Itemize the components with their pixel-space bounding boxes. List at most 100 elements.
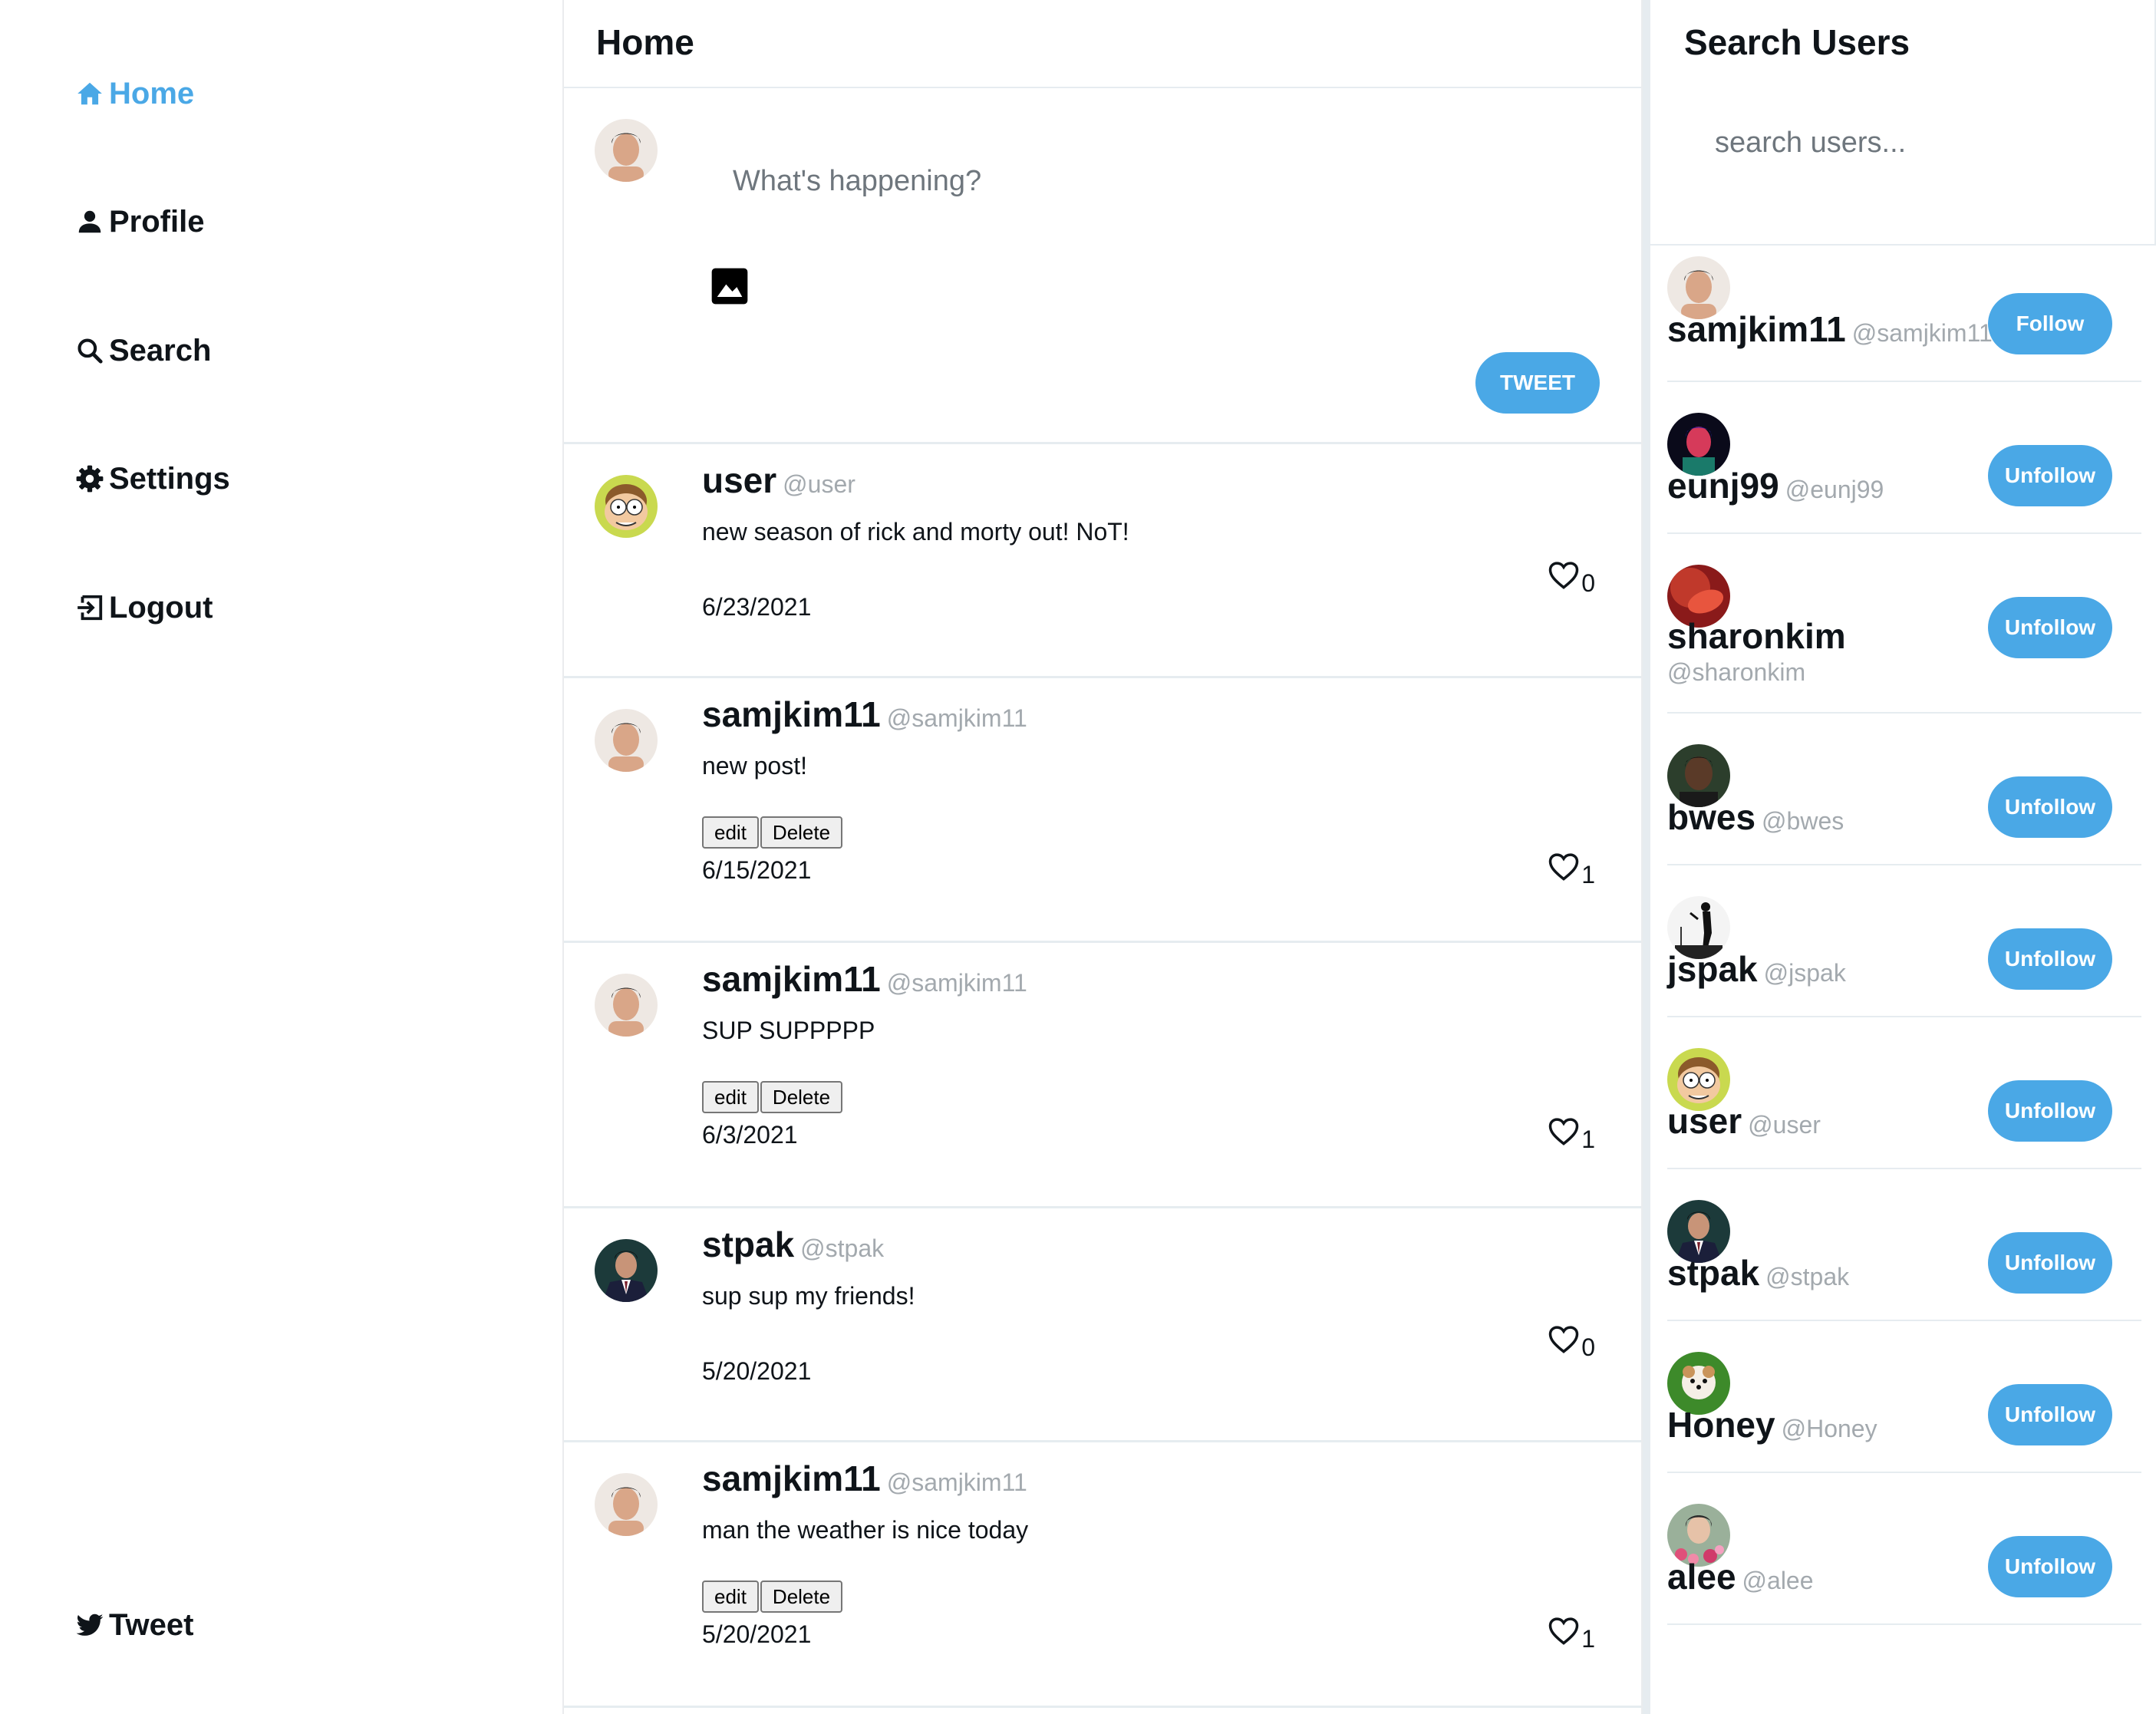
tweet-date: 6/23/2021 bbox=[702, 593, 812, 621]
person-icon bbox=[78, 210, 101, 233]
sidebar-item-label: Tweet bbox=[109, 1607, 194, 1642]
user-name[interactable]: user bbox=[1667, 1101, 1742, 1141]
avatar bbox=[595, 1239, 658, 1302]
user-name[interactable]: Honey bbox=[1667, 1405, 1775, 1445]
user-handle: @sharonkim bbox=[1667, 658, 1806, 686]
like-button[interactable]: 0 bbox=[1548, 559, 1595, 597]
follow-button[interactable]: Follow bbox=[1988, 293, 2112, 354]
unfollow-button[interactable]: Unfollow bbox=[1988, 1536, 2112, 1597]
user-label: stpak @stpak bbox=[1667, 1252, 1849, 1294]
user-handle: @stpak bbox=[1765, 1263, 1850, 1290]
author-name[interactable]: samjkim11 bbox=[702, 1459, 881, 1498]
sidebar-item-logout[interactable]: Logout bbox=[75, 585, 213, 631]
image-upload-icon[interactable] bbox=[708, 265, 751, 308]
tweet-header: samjkim11 @samjkim11 bbox=[702, 694, 1027, 735]
sidebar-item-search[interactable]: Search bbox=[75, 328, 211, 374]
sidebar-tweet-button[interactable]: Tweet bbox=[75, 1602, 193, 1648]
tweet-actions: edit Delete bbox=[702, 1081, 843, 1113]
unfollow-button[interactable]: Unfollow bbox=[1988, 1080, 2112, 1142]
author-handle: @stpak bbox=[800, 1234, 885, 1262]
tweet-submit-button[interactable]: TWEET bbox=[1475, 352, 1600, 414]
unfollow-button[interactable]: Unfollow bbox=[1988, 1232, 2112, 1294]
like-count: 0 bbox=[1581, 1333, 1595, 1361]
user-handle: @eunj99 bbox=[1785, 476, 1884, 503]
tweet-card: samjkim11 @samjkim11 new post! edit Delet… bbox=[564, 678, 1641, 943]
logout-icon bbox=[77, 595, 103, 621]
tweet-header: stpak @stpak bbox=[702, 1224, 884, 1265]
user-label: samjkim11 @samjkim11 bbox=[1667, 308, 1993, 350]
user-label: alee @alee bbox=[1667, 1556, 1814, 1597]
avatar bbox=[595, 709, 658, 772]
unfollow-button[interactable]: Unfollow bbox=[1988, 1384, 2112, 1445]
user-label: bwes @bwes bbox=[1667, 796, 1844, 838]
user-label: sharonkim @sharonkim bbox=[1667, 615, 1990, 687]
sidebar-item-profile[interactable]: Profile bbox=[75, 199, 204, 245]
like-button[interactable]: 1 bbox=[1548, 1116, 1595, 1153]
user-label: Honey @Honey bbox=[1667, 1404, 1877, 1445]
user-label: jspak @jspak bbox=[1667, 948, 1846, 990]
sidebar-item-label: Home bbox=[109, 76, 195, 110]
user-name[interactable]: sharonkim bbox=[1667, 616, 1846, 656]
edit-button[interactable]: edit bbox=[702, 1081, 759, 1113]
feed-header: Home bbox=[564, 0, 1641, 88]
avatar bbox=[595, 1473, 658, 1536]
user-name[interactable]: stpak bbox=[1667, 1253, 1759, 1293]
unfollow-button[interactable]: Unfollow bbox=[1988, 445, 2112, 506]
user-handle: @bwes bbox=[1762, 807, 1844, 835]
tweet-card: stpak @stpak sup sup my friends! 0 5/20/2… bbox=[564, 1208, 1641, 1442]
user-label: eunj99 @eunj99 bbox=[1667, 465, 1884, 506]
user-handle: @Honey bbox=[1781, 1415, 1877, 1442]
sidebar-item-settings[interactable]: Settings bbox=[75, 456, 230, 502]
edit-button[interactable]: edit bbox=[702, 1581, 759, 1613]
like-button[interactable]: 1 bbox=[1548, 851, 1595, 888]
like-count: 1 bbox=[1581, 1126, 1595, 1153]
sidebar-item-home[interactable]: Home bbox=[75, 71, 194, 117]
unfollow-button[interactable]: Unfollow bbox=[1988, 597, 2112, 658]
user-list-item: eunj99 @eunj99 Unfollow bbox=[1667, 382, 2141, 534]
sidebar: Home Profile Search Settings Logout Twee… bbox=[0, 0, 560, 1714]
user-name[interactable]: samjkim11 bbox=[1667, 309, 1846, 349]
user-name[interactable]: eunj99 bbox=[1667, 466, 1779, 506]
user-list-item: stpak @stpak Unfollow bbox=[1667, 1169, 2141, 1321]
author-name[interactable]: samjkim11 bbox=[702, 959, 881, 999]
avatar bbox=[595, 119, 658, 182]
sidebar-item-label: Settings bbox=[109, 461, 230, 496]
like-button[interactable]: 1 bbox=[1548, 1615, 1595, 1653]
tweet-card: samjkim11 @samjkim11 man the weather is n… bbox=[564, 1442, 1641, 1708]
heart-icon bbox=[1548, 1617, 1579, 1645]
delete-button[interactable]: Delete bbox=[760, 816, 843, 849]
search-icon bbox=[77, 338, 103, 364]
gear-icon bbox=[76, 465, 104, 493]
user-name[interactable]: alee bbox=[1667, 1557, 1736, 1597]
tweet-card: user @user new season of rick and morty o… bbox=[564, 444, 1641, 678]
author-name[interactable]: samjkim11 bbox=[702, 694, 881, 734]
unfollow-button[interactable]: Unfollow bbox=[1988, 776, 2112, 838]
author-handle: @samjkim11 bbox=[886, 1468, 1027, 1496]
search-header: Search Users bbox=[1650, 0, 2156, 246]
tweet-header: samjkim11 @samjkim11 bbox=[702, 958, 1027, 1000]
heart-icon bbox=[1548, 1118, 1579, 1145]
author-handle: @user bbox=[783, 470, 855, 498]
author-name[interactable]: stpak bbox=[702, 1225, 794, 1264]
delete-button[interactable]: Delete bbox=[760, 1581, 843, 1613]
edit-button[interactable]: edit bbox=[702, 816, 759, 849]
sidebar-item-label: Profile bbox=[109, 204, 205, 239]
compose-input[interactable] bbox=[731, 157, 1502, 205]
search-users-input[interactable] bbox=[1684, 119, 2115, 166]
avatar bbox=[595, 475, 658, 538]
user-handle: @user bbox=[1748, 1111, 1821, 1139]
author-name[interactable]: user bbox=[702, 460, 776, 500]
author-handle: @samjkim11 bbox=[886, 969, 1027, 997]
user-name[interactable]: bwes bbox=[1667, 797, 1755, 837]
main-feed: Home TWEET user@user new season of rick … bbox=[562, 0, 1643, 1714]
user-handle: @jspak bbox=[1763, 959, 1846, 987]
like-button[interactable]: 0 bbox=[1548, 1323, 1595, 1361]
delete-button[interactable]: Delete bbox=[760, 1081, 843, 1113]
heart-icon bbox=[1548, 853, 1579, 881]
user-list-item: Honey @Honey Unfollow bbox=[1667, 1321, 2141, 1473]
user-label: user @user bbox=[1667, 1100, 1821, 1142]
user-list-item: jspak @jspak Unfollow bbox=[1667, 865, 2141, 1017]
unfollow-button[interactable]: Unfollow bbox=[1988, 928, 2112, 990]
user-name[interactable]: jspak bbox=[1667, 949, 1758, 989]
heart-icon bbox=[1548, 1326, 1579, 1353]
